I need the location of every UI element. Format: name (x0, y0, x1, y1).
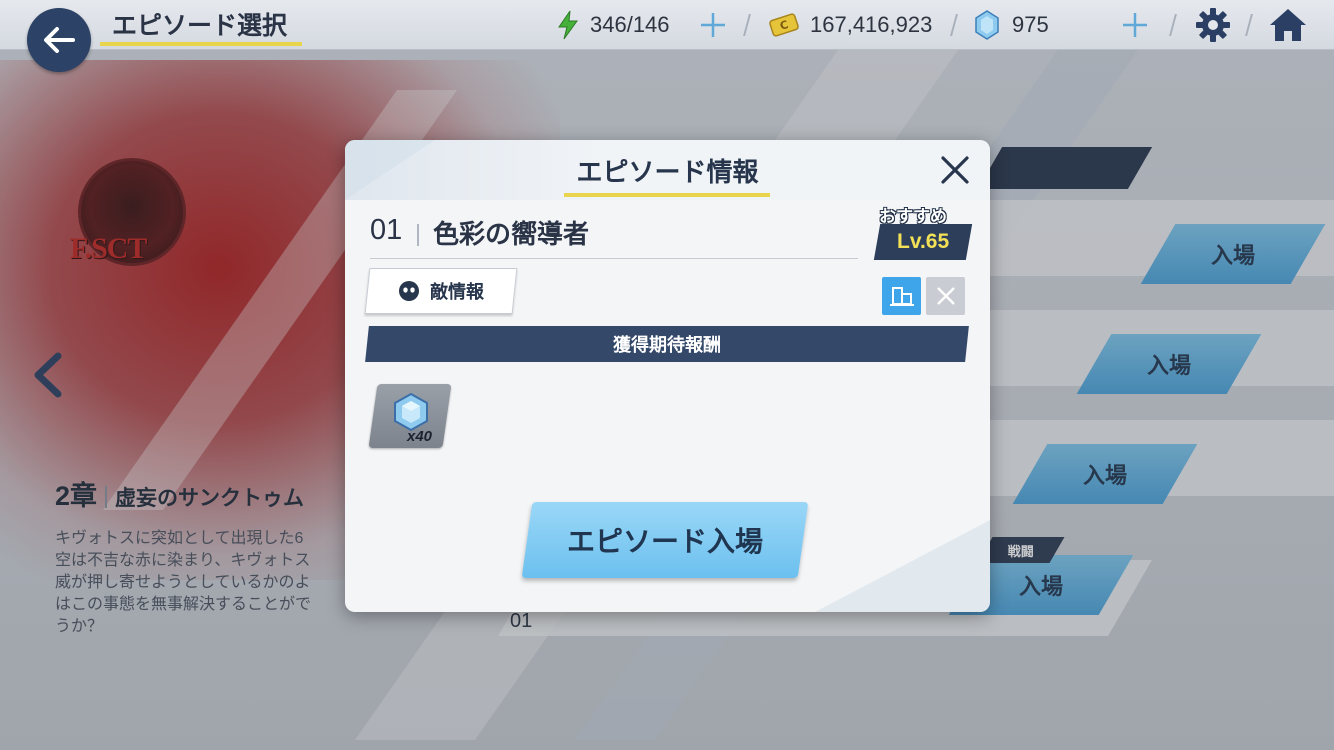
building-icon (889, 287, 914, 306)
episode-name: 色彩の嚮導者 (433, 219, 590, 249)
reward-count: x40 (407, 428, 433, 445)
enemy-skull-icon (399, 281, 419, 301)
terrain-disabled-button[interactable] (926, 277, 965, 315)
page-title: エピソード選択 (112, 12, 288, 40)
divider (1169, 14, 1177, 36)
episode-number: 01 (370, 214, 403, 246)
episode-enter-label: エピソード入場 (566, 526, 763, 557)
credit-icon: C (769, 13, 799, 37)
episode-enter-button[interactable]: エピソード入場 (521, 502, 809, 578)
divider (1245, 14, 1253, 36)
ap-value: 346/146 (590, 12, 670, 37)
gem-icon (394, 392, 428, 432)
gear-icon[interactable] (1194, 6, 1232, 44)
recommended-level: Lv.65 (896, 230, 950, 253)
home-icon[interactable] (1268, 6, 1308, 44)
add-ap-icon[interactable] (698, 10, 728, 40)
enemy-info-button[interactable]: 敵情報 (364, 268, 518, 314)
episode-info-modal: エピソード情報 01 色彩の嚮導者 おすすめ Lv.65 敵情報 獲得期待報酬 … (345, 140, 990, 612)
episode-underline (370, 258, 858, 259)
lightning-icon (558, 10, 578, 40)
add-gems-icon[interactable] (1120, 10, 1150, 40)
close-icon[interactable] (935, 150, 975, 190)
reward-header: 獲得期待報酬 (613, 335, 721, 355)
top-bar: エピソード選択 346/146 C 167,416,923 975 (0, 0, 1334, 50)
terrain-urban-button[interactable] (882, 277, 921, 315)
reward-header-bar: 獲得期待報酬 (365, 326, 969, 362)
page-title-underline (100, 42, 302, 46)
x-icon (936, 287, 955, 305)
modal-title-underline (564, 193, 770, 197)
gem-icon (975, 10, 999, 40)
modal-decoration (815, 520, 990, 612)
modal-title: エピソード情報 (576, 157, 759, 187)
episode-separator (417, 224, 419, 246)
gems-value: 975 (1012, 12, 1049, 37)
divider (743, 14, 751, 36)
enemy-info-label: 敵情報 (430, 282, 484, 302)
back-button[interactable] (27, 8, 91, 72)
recommended-level-badge: Lv.65 (873, 224, 973, 260)
credits-value: 167,416,923 (810, 12, 933, 37)
arrow-left-icon (44, 27, 75, 53)
divider (950, 14, 958, 36)
